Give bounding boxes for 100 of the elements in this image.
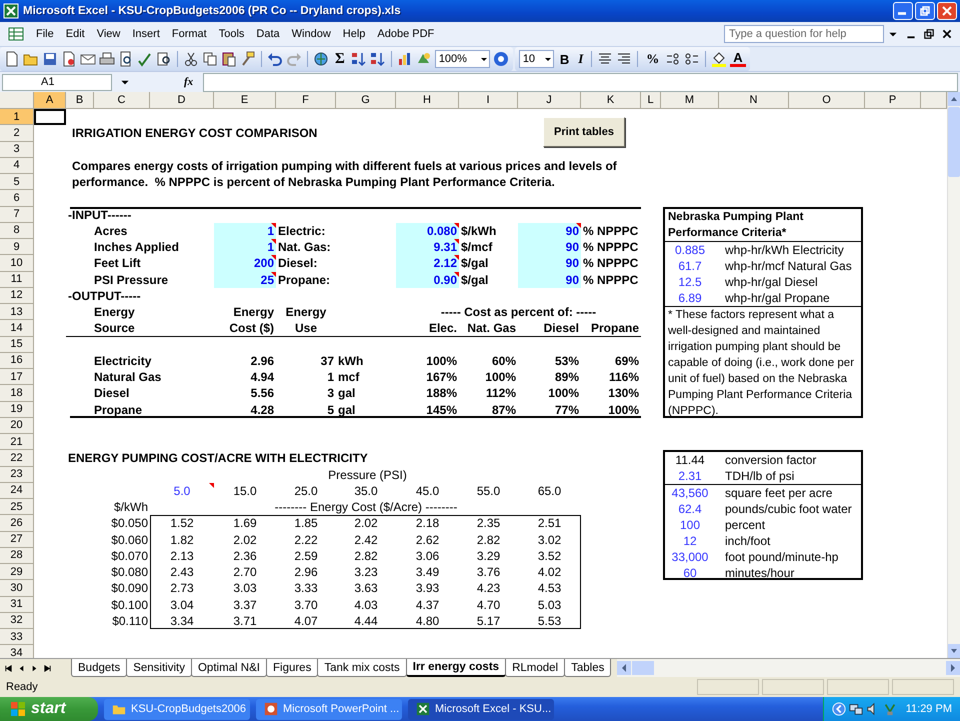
menu-item[interactable]: Format (166, 26, 213, 42)
decrease-decimal-icon[interactable] (684, 51, 700, 67)
row-header[interactable]: 25 (0, 499, 34, 516)
print-tables-button[interactable]: Print tables (543, 117, 625, 147)
row-header[interactable]: 8 (0, 222, 34, 239)
scroll-left-icon[interactable] (617, 661, 632, 675)
scroll-up-icon[interactable] (948, 92, 960, 106)
row-header[interactable]: 16 (0, 352, 34, 369)
column-header[interactable]: H (396, 92, 459, 109)
column-header[interactable]: F (276, 92, 336, 109)
row-header[interactable]: 2 (0, 125, 34, 142)
increase-decimal-icon[interactable] (665, 51, 682, 67)
new-document-icon[interactable] (4, 51, 20, 67)
column-header[interactable]: K (581, 92, 641, 109)
vertical-scrollbar[interactable] (947, 92, 960, 658)
row-header[interactable]: 10 (0, 255, 34, 272)
sheet-tab[interactable]: Budgets (71, 659, 128, 677)
research-icon[interactable] (156, 51, 172, 67)
sheet-tab[interactable]: Irr energy costs (406, 659, 506, 677)
row-header[interactable]: 4 (0, 158, 34, 174)
taskbar-button[interactable]: KSU-CropBudgets2006 (104, 698, 250, 720)
bold-button[interactable]: B (556, 52, 572, 66)
column-header[interactable]: C (94, 92, 150, 109)
sheet-tab[interactable]: Tank mix costs (317, 659, 407, 677)
menu-item[interactable]: Help (336, 26, 372, 42)
row-header[interactable]: 11 (0, 272, 34, 288)
column-header[interactable]: O (789, 92, 865, 109)
row-header[interactable]: 1 (0, 109, 34, 126)
row-header[interactable]: 3 (0, 142, 34, 158)
column-header[interactable]: N (719, 92, 789, 109)
column-header[interactable]: E (214, 92, 276, 109)
cut-icon[interactable] (183, 51, 199, 67)
row-header[interactable]: 12 (0, 288, 34, 304)
scroll-down-icon[interactable] (948, 644, 960, 658)
row-header[interactable]: 24 (0, 482, 34, 499)
row-header[interactable]: 26 (0, 515, 34, 532)
row-header[interactable]: 23 (0, 466, 34, 483)
row-header[interactable]: 29 (0, 564, 34, 580)
copy-icon[interactable] (202, 51, 218, 67)
row-header[interactable]: 31 (0, 596, 34, 613)
row-header[interactable]: 5 (0, 174, 34, 190)
row-header[interactable]: 20 (0, 418, 34, 434)
row-header[interactable]: 7 (0, 206, 34, 223)
next-sheet-icon[interactable] (30, 664, 39, 672)
column-header[interactable]: M (661, 92, 719, 109)
italic-button[interactable]: I (575, 51, 586, 67)
column-header[interactable]: G (336, 92, 396, 109)
scroll-right-icon[interactable] (946, 661, 960, 675)
start-button[interactable]: start (0, 697, 98, 721)
sheet-tab[interactable]: RLmodel (505, 659, 566, 677)
column-header[interactable]: B (66, 92, 94, 109)
column-header[interactable]: P (865, 92, 921, 109)
help-search-field[interactable]: Type a question for help (724, 25, 884, 43)
formula-field[interactable] (203, 72, 958, 92)
scroll-thumb[interactable] (948, 107, 960, 177)
row-header[interactable]: 18 (0, 385, 34, 402)
row-header[interactable]: 14 (0, 320, 34, 336)
menu-item[interactable]: Data (250, 26, 286, 42)
menu-item[interactable]: Window (286, 26, 337, 42)
fill-color-icon[interactable] (711, 51, 728, 67)
previous-sheet-icon[interactable] (17, 664, 26, 672)
insert-function-button[interactable]: fx (178, 76, 200, 88)
font-color-button[interactable]: A (730, 51, 746, 67)
row-header[interactable]: 22 (0, 450, 34, 466)
menu-item[interactable]: View (90, 26, 126, 42)
sort-descending-icon[interactable] (370, 51, 386, 67)
taskbar-button[interactable]: Microsoft Excel - KSU... (408, 698, 554, 720)
chart-icon[interactable] (396, 51, 413, 67)
menu-item[interactable]: Adobe PDF (371, 26, 440, 42)
row-header[interactable]: 9 (0, 239, 34, 256)
menu-item[interactable]: File (30, 26, 60, 42)
column-header[interactable]: I (459, 92, 518, 109)
scroll-thumb[interactable] (632, 661, 654, 675)
name-box[interactable]: A1 (2, 74, 112, 90)
autosum-button[interactable]: Σ (332, 50, 348, 68)
column-header[interactable]: A (34, 92, 66, 109)
row-header[interactable]: 33 (0, 629, 34, 646)
row-header[interactable]: 30 (0, 580, 34, 596)
restore-icon[interactable] (923, 28, 935, 40)
font-size-dropdown[interactable]: 10 (518, 50, 554, 68)
row-header[interactable]: 27 (0, 532, 34, 548)
restore-button[interactable] (915, 2, 935, 20)
sheet-tab[interactable]: Sensitivity (126, 659, 192, 677)
menu-item[interactable]: Edit (60, 26, 91, 42)
horizontal-scrollbar[interactable] (617, 659, 960, 677)
zoom-dropdown[interactable]: 100% (434, 50, 490, 68)
format-painter-icon[interactable] (240, 51, 256, 67)
sheet-tab[interactable]: Optimal N&I (190, 659, 267, 677)
undo-icon[interactable] (267, 51, 283, 67)
row-header[interactable]: 13 (0, 304, 34, 320)
sheet-tab[interactable]: Tables (564, 659, 612, 677)
menu-item[interactable]: Insert (126, 26, 166, 42)
row-header[interactable]: 19 (0, 402, 34, 418)
save-icon[interactable] (42, 51, 58, 67)
minimize-button[interactable] (893, 2, 913, 20)
column-header[interactable]: D (150, 92, 214, 109)
last-sheet-icon[interactable] (43, 664, 52, 672)
row-header[interactable]: 32 (0, 612, 34, 629)
sheet-tab[interactable]: Figures (266, 659, 318, 677)
column-header[interactable]: L (641, 92, 661, 109)
